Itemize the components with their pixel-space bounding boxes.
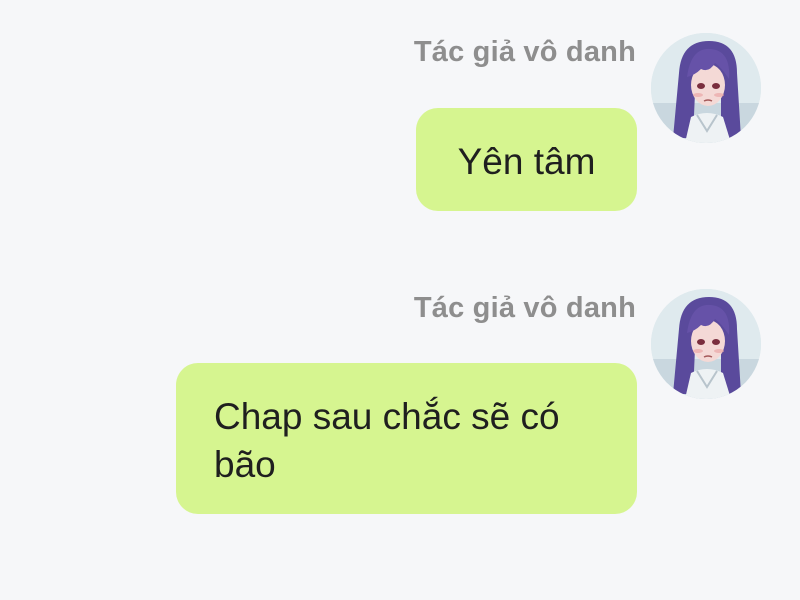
avatar[interactable]	[651, 33, 761, 143]
message-bubble[interactable]: Yên tâm	[416, 108, 637, 211]
anime-girl-avatar-icon	[651, 33, 761, 143]
sender-name: Tác giả vô danh	[413, 36, 636, 68]
message-bubble[interactable]: Chap sau chắc sẽ có bão	[176, 363, 637, 514]
avatar[interactable]	[651, 289, 761, 399]
sender-name: Tác giả vô danh	[413, 292, 636, 324]
anime-girl-avatar-icon	[651, 289, 761, 399]
chat-thread: Tác giả vô danh Yên tâm Tác giả vô danh …	[0, 0, 800, 600]
